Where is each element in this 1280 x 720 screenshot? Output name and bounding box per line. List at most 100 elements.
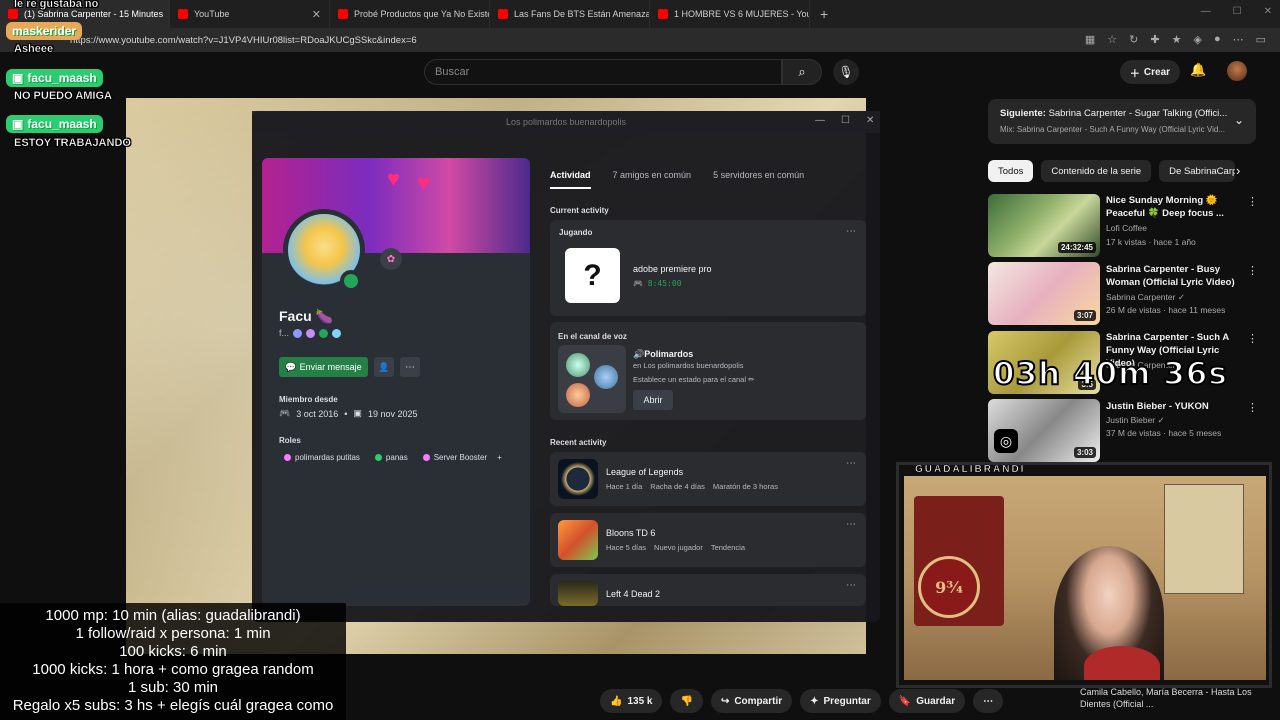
flower-icon[interactable]: ✿ [380,248,402,270]
voice-search-button[interactable]: 🎙 [833,59,859,85]
avatar [594,365,618,389]
channel-name[interactable]: Justin Bieber ✓ [1106,415,1165,426]
browser-tab-5[interactable]: 1 HOMBRE VS 6 MUJERES - YouTube ✕ [650,0,810,28]
more-icon[interactable]: ⋯ [846,580,856,591]
bell-icon[interactable]: 🔔 [1190,62,1206,78]
badge-icon[interactable] [319,328,329,338]
up-next-label: Siguiente: [1000,108,1046,119]
video-meta: 17 k vistas · hace 1 año [1106,237,1196,247]
more-icon[interactable]: ⋮ [1247,195,1258,208]
close-icon[interactable]: ✕ [866,115,874,126]
dislike-button[interactable]: 👎 [670,689,703,713]
badge-icon[interactable] [293,328,303,338]
play-time: 🎮 8:45:00 [633,279,682,288]
browser-tab-4[interactable]: Las Fans De BTS Están Amenazando ✕ [490,0,650,28]
member-since-dates: 🎮 3 oct 2016 • ▣ 19 nov 2025 [279,408,417,419]
tab-mutual-friends[interactable]: 7 amigos en común [613,170,692,189]
more-icon[interactable]: ⋮ [1247,401,1258,414]
voice-server-name: en Los polimardos buenardopolis [633,361,744,370]
badge-icon[interactable] [306,328,316,338]
open-voice-button[interactable]: Abrir [633,390,673,410]
more-icon[interactable]: ⋯ [846,226,856,237]
shield-icon[interactable]: ◈ [1193,33,1201,46]
reader-icon[interactable]: ▦ [1085,33,1095,46]
puzzle-icon[interactable]: ✚ [1150,33,1159,46]
ask-button[interactable]: ✦ Preguntar [800,689,881,713]
share-label: Compartir [734,695,783,707]
share-button[interactable]: ↪ Compartir [710,689,793,713]
new-tab-icon[interactable]: + [810,6,838,22]
close-icon[interactable]: ✕ [306,8,321,21]
refresh-icon[interactable]: ↻ [1129,33,1138,46]
heart-icon: ♥ [417,170,431,195]
video-title[interactable]: Justin Bieber - YUKON [1106,400,1246,413]
more-icon[interactable]: ⋮ [1247,332,1258,345]
close-icon[interactable]: ✕ [163,8,169,21]
voice-label: En el canal de voz [558,332,627,341]
favorites-icon[interactable]: ★ [1172,33,1182,46]
maximize-icon[interactable]: ☐ [841,115,850,126]
instagram-icon: ◎ [994,429,1018,453]
minimize-icon[interactable]: — [1201,6,1211,17]
role-chip[interactable]: panas [370,450,413,464]
channel-name[interactable]: Lofi Coffee [1106,223,1147,233]
badge-icon[interactable] [332,328,342,338]
meta-item: Tendencia [710,543,746,552]
star-icon[interactable]: ☆ [1107,33,1117,46]
channel-name[interactable]: Sabrina Carpenter ✓ [1106,292,1185,303]
role-chip[interactable]: Server Booster [418,450,492,464]
more-icon[interactable]: ⋯ [846,458,856,469]
profile-icon[interactable]: ● [1214,33,1221,46]
bottom-next-video[interactable]: Camila Cabello, María Becerra - Hasta Lo… [1080,686,1260,712]
browser-tab-2[interactable]: YouTube ✕ [170,0,330,28]
url-text[interactable]: https://www.youtube.com/watch?v=J1VP4VHI… [70,35,417,46]
tab-activity[interactable]: Actividad [550,170,591,189]
chip-all[interactable]: Todos [988,160,1034,182]
video-title[interactable]: Nice Sunday Morning 🌞 Peaceful 🍀 Deep fo… [1106,194,1246,220]
sidebar-icon[interactable]: ▭ [1256,33,1266,46]
avatar[interactable] [1227,61,1247,81]
username: f... [279,328,290,338]
save-button[interactable]: 🔖 Guardar [888,689,966,713]
more-actions-button[interactable]: ⋯ [973,689,1004,713]
video-thumbnail[interactable]: 3:07 [988,262,1100,325]
sparkle-icon: ✦ [810,695,819,707]
meta-item: Racha de 4 días [650,482,705,491]
video-title[interactable]: Sabrina Carpenter - Busy Woman (Official… [1106,263,1246,289]
video-thumbnail[interactable]: 24:32:45 [988,194,1100,257]
browser-tab-3[interactable]: Probé Productos que Ya No Existen ✕ [330,0,490,28]
more-icon[interactable]: ⋮ [1247,264,1258,277]
maximize-icon[interactable]: ☐ [1233,6,1242,17]
send-message-button[interactable]: 💬 Enviar mensaje [279,357,368,377]
add-role-icon[interactable]: + [497,453,502,462]
unknown-game-icon: ? [565,248,620,303]
close-icon[interactable]: ✕ [1264,6,1272,17]
role-chip[interactable]: polimardas putitas [279,450,365,464]
profile-name: Facu 🍆 [279,308,333,324]
chevron-down-icon[interactable]: ⌄ [1234,113,1244,127]
search-input[interactable]: Buscar [424,59,782,85]
more-icon[interactable]: ⋯ [846,519,856,530]
chip-channel[interactable]: De SabrinaCarp [1159,160,1236,182]
badge-icon: ▣ [12,71,24,85]
chip-series[interactable]: Contenido de la serie [1041,160,1152,182]
recent-game-meta: Hace 5 días Nuevo jugador Tendencia [606,543,745,552]
member-since-discord: 3 oct 2016 [296,408,339,419]
like-button[interactable]: 👍 135 k [600,689,663,713]
create-button[interactable]: ＋ Crear [1120,60,1180,84]
up-next-card[interactable]: Siguiente: Sabrina Carpenter - Sugar Tal… [988,99,1256,144]
add-friend-button[interactable]: 👤 [374,357,394,377]
send-message-label: Enviar mensaje [299,362,362,372]
more-icon[interactable]: ⋯ [1233,33,1244,46]
tab-mutual-servers[interactable]: 5 servidores en común [713,170,804,189]
discord-icon: 🎮 [279,408,291,418]
member-since-label: Miembro desde [279,395,338,404]
minimize-icon[interactable]: — [815,115,825,126]
meta-item: Maratón de 3 horas [712,482,778,491]
search-button[interactable]: ⌕ [782,59,822,85]
voice-status-hint[interactable]: Establece un estado para el canal ✏ [633,375,754,384]
up-next-mix: Mix: Sabrina Carpenter - Such A Funny Wa… [1000,125,1225,134]
more-options-button[interactable]: ⋯ [400,357,420,377]
video-thumbnail[interactable]: ◎ 3:03 [988,399,1100,462]
chevron-right-icon[interactable]: › [1236,163,1240,178]
